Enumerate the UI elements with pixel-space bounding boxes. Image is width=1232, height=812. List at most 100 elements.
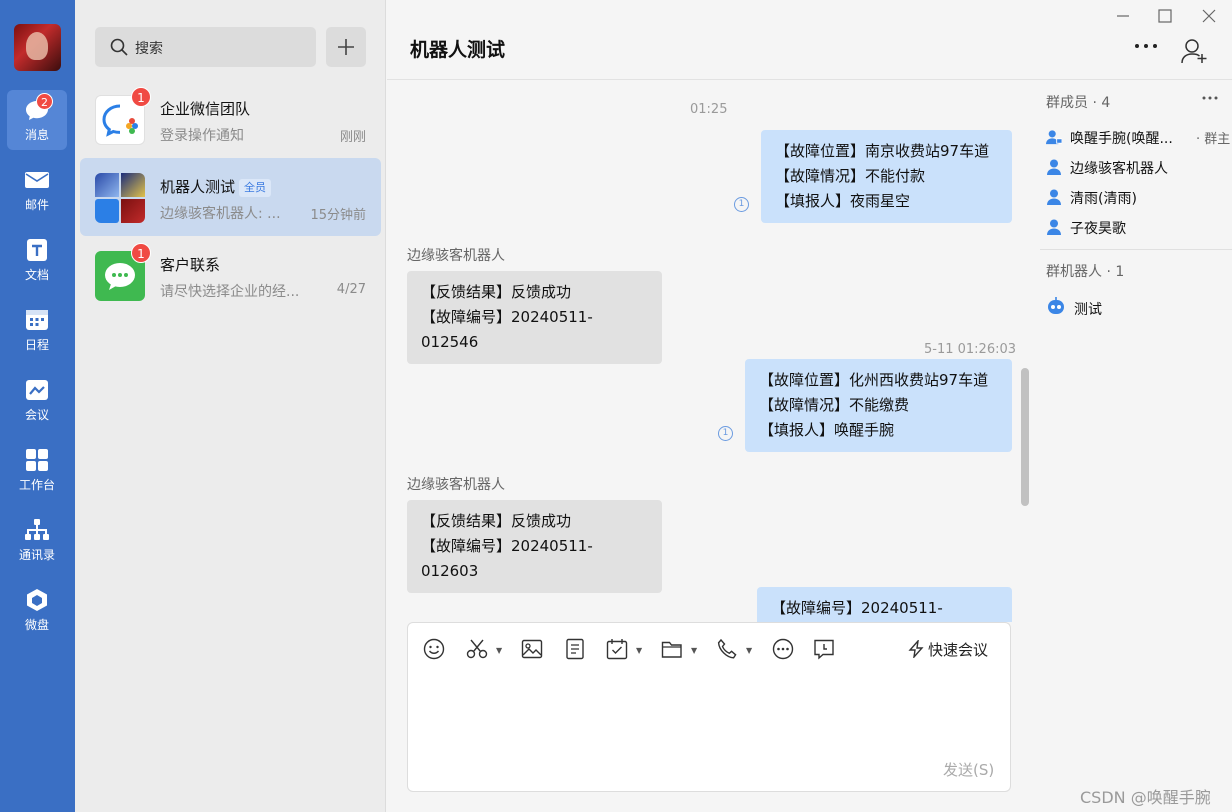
scissors-icon [466,639,488,659]
close-icon[interactable] [1199,8,1219,24]
nav-mail-label: 邮件 [24,198,49,212]
message-line: 【故障位置】南京收费站97车道 [775,142,990,160]
robot-name: 测试 [1074,302,1102,318]
message-sender: 边缘骇客机器人 [407,248,505,264]
member-item[interactable]: 清雨(清雨) [1046,188,1137,208]
message-line: 【填报人】唤醒手腕 [759,421,895,439]
nav-workbench-label: 工作台 [18,478,55,492]
message-bubble-incoming[interactable]: 【反馈结果】反馈成功 【故障编号】20240511-012603 [407,500,662,593]
nav-drive[interactable]: 微盘 [7,580,67,640]
document-icon [27,239,47,261]
conversation-time: 4/27 [336,282,366,297]
dropdown-caret-icon: ▼ [636,646,643,655]
more-options-icon[interactable] [1133,42,1159,50]
search-input[interactable]: 搜索 [95,27,316,67]
message-line: 【故障编号】20240511-012546 [421,308,593,351]
calendar-icon [26,310,48,330]
members-divider [1040,249,1232,250]
lightning-icon [908,638,924,660]
workbench-icon [26,449,48,471]
message-area[interactable]: 01:25 1 【故障位置】南京收费站97车道 【故障情况】不能付款 【填报人】… [387,80,1032,622]
mail-icon [25,172,49,188]
note-icon[interactable] [564,638,586,660]
meeting-icon [26,380,48,400]
drive-icon [27,589,47,611]
message-line: 【故障情况】不能付款 [775,167,926,185]
screenshot-tool[interactable]: ▼ [466,638,506,660]
schedule-tool[interactable]: ▼ [606,638,646,660]
conversation-item[interactable]: 1 客户联系 请尽快选择企业的经... 4/27 [80,236,381,314]
nav-mail[interactable]: 邮件 [7,160,67,220]
more-tools-icon[interactable] [772,638,794,660]
conversation-name: 企业微信团队 [160,100,251,118]
search-placeholder: 搜索 [135,41,163,57]
message-timestamp: 5-11 01:26:03 [924,342,1017,357]
member-item[interactable]: 边缘骇客机器人 [1046,158,1168,178]
nav-docs[interactable]: 文档 [7,230,67,290]
emoji-icon[interactable] [423,638,445,660]
all-members-tag: 全员 [239,179,272,197]
message-line: 【故障位置】化州西收费站97车道 [759,371,989,389]
message-bubble-outgoing[interactable]: 【故障编号】20240511-005927 [757,587,1012,622]
add-button[interactable] [326,27,366,67]
conversation-preview: 登录操作通知 [160,128,244,144]
person-icon [1047,219,1061,235]
read-count-badge[interactable]: 1 [718,426,733,441]
person-icon [1047,189,1061,205]
nav-messages-badge: 2 [36,93,53,110]
message-line: 【反馈结果】反馈成功 [421,283,572,301]
nav-messages[interactable]: 2 消息 [7,90,67,150]
nav-rail: 2 消息 邮件 文档 日程 会议 工作台 通讯录 微盘 [0,0,75,812]
minimize-icon[interactable] [1113,8,1133,24]
member-name: 边缘骇客机器人 [1070,161,1168,177]
chat-header: 机器人测试 [387,0,1232,80]
plus-icon [338,39,354,55]
message-line: 【反馈结果】反馈成功 [421,512,572,530]
quick-meeting-button[interactable]: 快速会议 [908,638,989,660]
phone-icon [717,638,737,659]
user-avatar[interactable] [14,24,61,71]
person-icon [1047,159,1061,175]
message-scrollbar[interactable] [1021,368,1029,506]
nav-workbench[interactable]: 工作台 [7,440,67,500]
members-more-icon[interactable] [1202,96,1218,100]
message-history-icon[interactable] [813,638,835,660]
nav-meeting[interactable]: 会议 [7,370,67,430]
file-tool[interactable]: ▼ [661,638,701,660]
robot-item[interactable]: 测试 [1046,296,1102,319]
conversation-preview: 请尽快选择企业的经... [160,284,300,300]
message-sender: 边缘骇客机器人 [407,477,505,493]
call-tool[interactable]: ▼ [716,638,756,660]
members-title: 群成员 · 4 [1046,95,1111,111]
nav-calendar[interactable]: 日程 [7,300,67,360]
message-bubble-incoming[interactable]: 【反馈结果】反馈成功 【故障编号】20240511-012546 [407,271,662,364]
member-item[interactable]: 子夜昊歌 [1046,218,1126,238]
message-bubble-outgoing[interactable]: 【故障位置】化州西收费站97车道 【故障情况】不能缴费 【填报人】唤醒手腕 [745,359,1012,452]
message-composer[interactable]: ▼ ▼ ▼ ▼ 快速会议 发送(S) [407,622,1011,792]
conversation-item[interactable]: 1 企业微信团队 登录操作通知 刚刚 [80,80,381,158]
message-line: 【故障情况】不能缴费 [759,396,910,414]
nav-messages-label: 消息 [24,128,49,142]
image-icon[interactable] [521,638,543,660]
message-bubble-outgoing[interactable]: 【故障位置】南京收费站97车道 【故障情况】不能付款 【填报人】夜雨星空 [761,130,1012,223]
read-count-badge[interactable]: 1 [734,197,749,212]
dropdown-caret-icon: ▼ [496,646,503,655]
nav-contacts[interactable]: 通讯录 [7,510,67,570]
conversation-item-active[interactable]: 机器人测试 全员 边缘骇客机器人: ... 15分钟前 [80,158,381,236]
maximize-icon[interactable] [1155,8,1175,24]
message-line: 【填报人】夜雨星空 [775,192,911,210]
calendar-check-icon [606,639,628,660]
unread-badge: 1 [131,87,151,107]
member-admin-icon [1046,130,1062,145]
add-member-icon[interactable] [1181,38,1209,64]
robots-title: 群机器人 · 1 [1046,264,1125,280]
quick-meeting-label: 快速会议 [928,641,989,659]
send-button[interactable]: 发送(S) [943,759,994,780]
message-line: 【故障编号】20240511-012603 [421,537,593,580]
member-name: 子夜昊歌 [1070,221,1126,237]
contacts-icon [25,519,49,540]
watermark: CSDN @唤醒手腕 [1080,788,1211,807]
nav-docs-label: 文档 [24,268,49,282]
member-item[interactable]: 唤醒手腕(唤醒... · 群主 [1046,128,1230,148]
conversation-preview: 边缘骇客机器人: ... [160,206,281,222]
